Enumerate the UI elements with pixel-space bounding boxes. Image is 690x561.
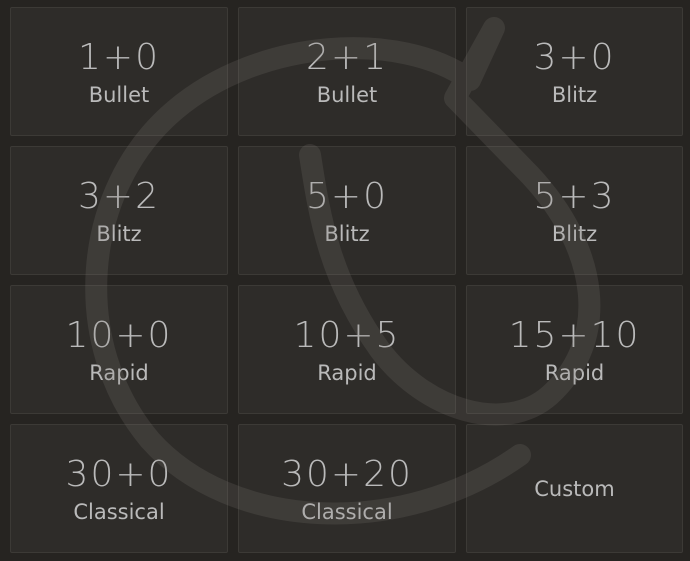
- pool-time: 5+3: [533, 175, 616, 217]
- pool-time: 5+0: [306, 175, 388, 217]
- pool-time: 10+5: [293, 314, 401, 356]
- pool-time: 3+0: [533, 36, 616, 78]
- pool-time: 15+10: [508, 314, 641, 356]
- pool-tile-10-5[interactable]: 10+5 Rapid: [238, 285, 456, 414]
- pool-perf: Bullet: [316, 82, 378, 107]
- pool-tile-15-10[interactable]: 15+10 Rapid: [466, 285, 683, 414]
- pool-tile-30-20[interactable]: 30+20 Classical: [238, 424, 456, 553]
- pool-perf: Blitz: [551, 82, 598, 107]
- pool-perf: Classical: [73, 499, 165, 524]
- pool-perf: Rapid: [317, 360, 377, 385]
- pool-tile-3-2[interactable]: 3+2 Blitz: [10, 146, 228, 275]
- pool-perf: Blitz: [551, 221, 598, 246]
- pool-time: 10+0: [65, 314, 173, 356]
- pool-tile-2-1[interactable]: 2+1 Bullet: [238, 7, 456, 136]
- pool-tile-3-0[interactable]: 3+0 Blitz: [466, 7, 683, 136]
- pool-tile-1-0[interactable]: 1+0 Bullet: [10, 7, 228, 136]
- pool-time: 3+2: [78, 175, 160, 217]
- pool-perf: Blitz: [324, 221, 370, 246]
- pool-perf: Blitz: [96, 221, 142, 246]
- pool-perf: Classical: [301, 499, 393, 524]
- pool-tile-10-0[interactable]: 10+0 Rapid: [10, 285, 228, 414]
- pool-time: 1+0: [78, 36, 160, 78]
- pool-perf: Bullet: [88, 82, 150, 107]
- pool-tile-5-0[interactable]: 5+0 Blitz: [238, 146, 456, 275]
- pool-perf: Rapid: [544, 360, 605, 385]
- custom-game-button[interactable]: Custom: [466, 424, 683, 553]
- pool-tile-5-3[interactable]: 5+3 Blitz: [466, 146, 683, 275]
- pool-time: 30+20: [281, 453, 413, 495]
- pool-perf: Rapid: [89, 360, 149, 385]
- pool-time: 30+0: [65, 453, 173, 495]
- quick-pairing-grid: 1+0 Bullet 2+1 Bullet 3+0 Blitz 3+2 Blit…: [10, 7, 683, 554]
- pool-tile-30-0[interactable]: 30+0 Classical: [10, 424, 228, 553]
- pool-time: 2+1: [306, 36, 388, 78]
- custom-label: Custom: [534, 476, 615, 501]
